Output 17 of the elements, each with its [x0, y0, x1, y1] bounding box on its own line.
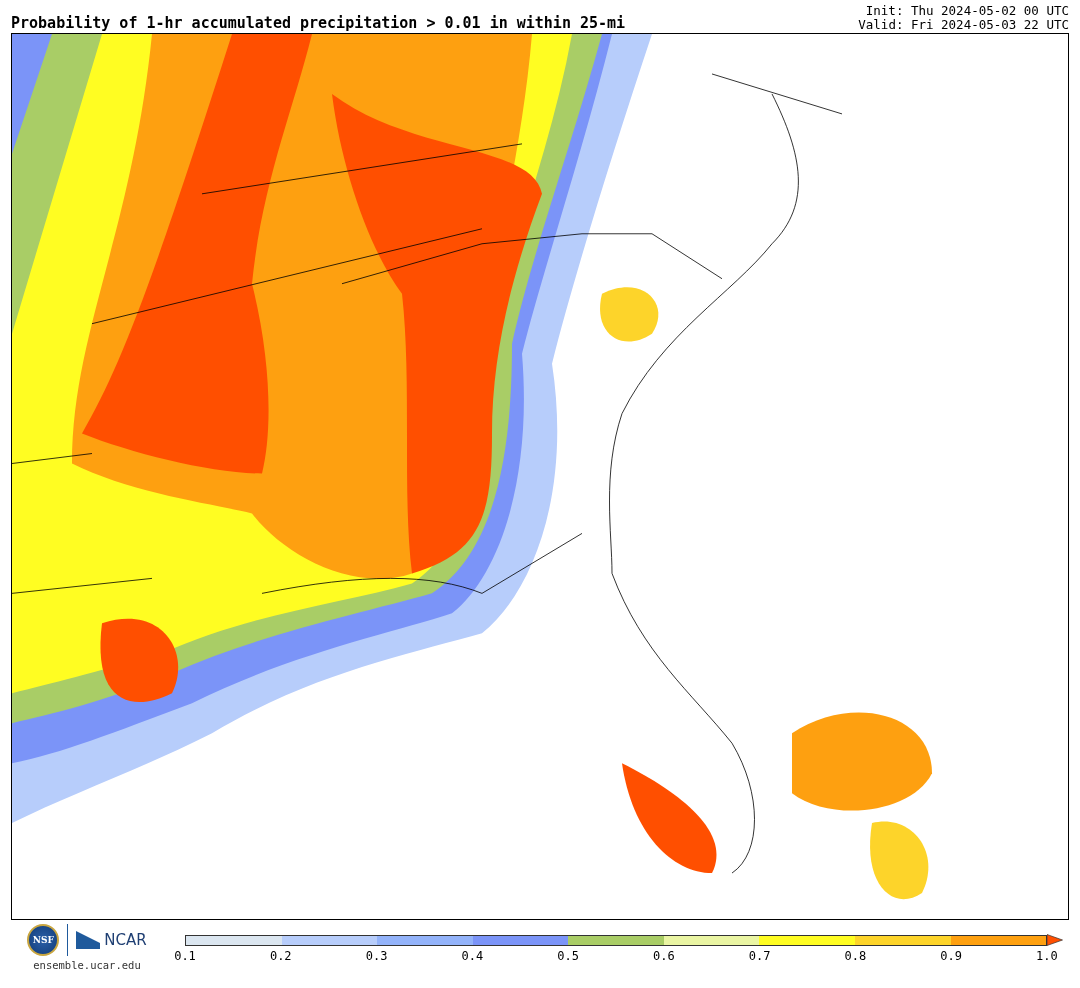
valid-time: Valid: Fri 2024-05-03 22 UTC [858, 18, 1069, 32]
colorbar-tick-label: 0.5 [556, 949, 580, 963]
colorbar-tick-label: 0.1 [173, 949, 197, 963]
colorbar-tick-label: 0.9 [939, 949, 963, 963]
colorbar-tick-label: 0.4 [460, 949, 485, 963]
init-time: Init: Thu 2024-05-02 00 UTC [865, 4, 1069, 18]
nsf-logo: NSF [27, 924, 60, 956]
site-url: ensemble.ucar.edu [33, 959, 141, 971]
colorbar-tick-label: 0.7 [747, 949, 772, 963]
colorbar-tick-label: 0.2 [268, 949, 293, 963]
chart-title: Probability of 1-hr accumulated precipitation > 0.01 in within 25-mi [11, 14, 626, 32]
colorbar-tick-label: 0.8 [843, 949, 868, 963]
ncar-logo-icon [76, 931, 101, 949]
colorbar-tick-label: 0.6 [652, 949, 676, 963]
colorbar-tick-label: 1.0 [1035, 949, 1059, 963]
ncar-logo: NCAR [104, 931, 147, 949]
colorbar-tick-label: 0.3 [364, 949, 389, 963]
